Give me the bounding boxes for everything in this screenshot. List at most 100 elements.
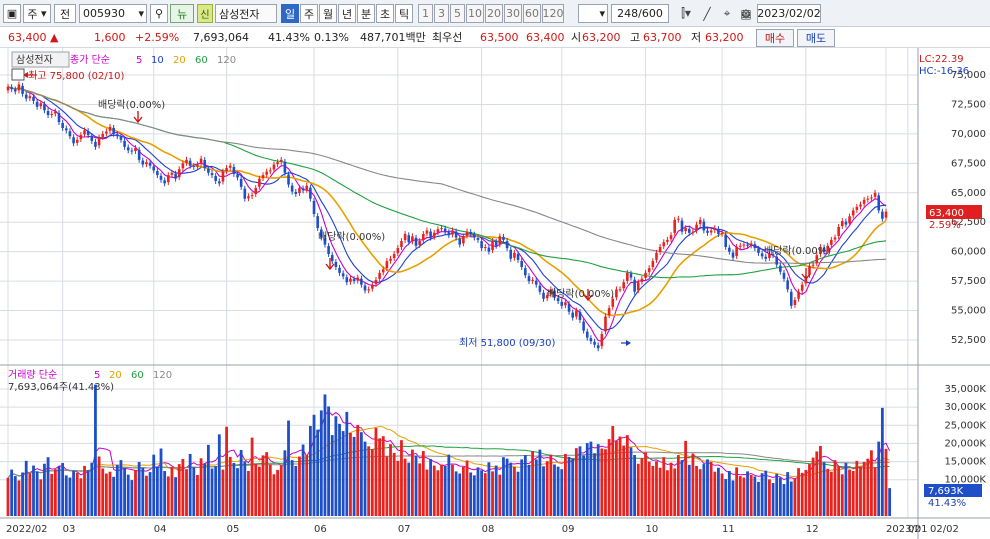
period-tab-2[interactable]: 월 — [319, 4, 337, 23]
type-select[interactable]: 전 — [54, 4, 76, 23]
volume-bar — [396, 460, 400, 516]
minute-unit-select[interactable]: ▾ — [578, 4, 608, 23]
candle — [232, 166, 236, 174]
candle — [396, 248, 400, 254]
volume-bar — [206, 444, 210, 516]
volume-bar — [72, 470, 75, 516]
volume-bar — [527, 464, 531, 516]
candle — [589, 338, 593, 342]
candle — [21, 85, 24, 94]
volume-bar — [684, 440, 688, 516]
candle — [425, 230, 429, 234]
volume-bar — [746, 471, 749, 516]
volume-bar — [727, 471, 731, 516]
window-icon[interactable]: ▣ — [3, 4, 21, 23]
minute-tab-30[interactable]: 30 — [504, 4, 522, 23]
volume-bar — [97, 456, 101, 516]
volume-bar — [134, 469, 137, 516]
legend-stock: 삼성전자 — [16, 54, 53, 66]
candle — [338, 267, 341, 273]
volume-bar — [79, 478, 83, 516]
period-tab-1[interactable]: 주 — [300, 4, 318, 23]
gear-icon[interactable]: ⚙ — [737, 5, 755, 22]
candle — [542, 292, 545, 299]
volume-bar — [564, 453, 567, 516]
volume-bar — [112, 476, 116, 516]
line-tool-icon[interactable]: ╱ — [698, 5, 716, 22]
candle — [844, 221, 848, 225]
high-label: 고 — [630, 31, 641, 44]
period-tab-6[interactable]: 틱 — [395, 4, 413, 23]
candle-type-icon[interactable]: ⫿▾ — [676, 5, 696, 22]
candle — [789, 291, 793, 306]
count-field[interactable]: 248/600 — [611, 4, 669, 23]
minute-tab-10[interactable]: 10 — [466, 4, 484, 23]
volume-bar — [768, 479, 771, 516]
minute-tab-60[interactable]: 60 — [523, 4, 541, 23]
minute-tab-20[interactable]: 20 — [485, 4, 503, 23]
low-price: 63,200 — [705, 31, 744, 44]
ask-price: 63,500 — [480, 31, 519, 44]
candle — [720, 232, 724, 234]
stock-chart[interactable]: 75,00072,50070,00067,50065,00062,50060,0… — [0, 48, 990, 539]
volume-bar — [673, 468, 677, 516]
candle — [691, 231, 695, 233]
candle — [520, 260, 523, 267]
minute-tab-3[interactable]: 3 — [434, 4, 449, 23]
volume-bar — [294, 465, 298, 516]
search-icon[interactable]: ⚲ — [150, 4, 168, 23]
period-tab-5[interactable]: 초 — [376, 4, 394, 23]
news-badge[interactable]: 뉴 — [170, 4, 194, 23]
candle — [330, 255, 334, 262]
change-percent: +2.59% — [135, 31, 180, 44]
volume-bar — [196, 474, 199, 516]
volume-bar — [199, 458, 203, 516]
period-tab-4[interactable]: 분 — [357, 4, 375, 23]
candle — [487, 247, 491, 252]
candle — [873, 192, 877, 197]
minute-tab-1[interactable]: 1 — [418, 4, 433, 23]
volume-bar — [90, 462, 94, 516]
volume-bar — [305, 455, 309, 516]
candle — [695, 224, 698, 231]
candle — [881, 211, 884, 219]
volume-bar — [793, 478, 797, 516]
volume-bar — [119, 460, 123, 516]
minute-tab-120[interactable]: 120 — [542, 4, 564, 23]
volume-bar — [145, 475, 148, 516]
sell-button[interactable]: 매도 — [797, 29, 835, 47]
candle — [855, 206, 859, 210]
volume-bar — [228, 456, 232, 516]
volume-bar — [884, 448, 888, 516]
minute-tab-5[interactable]: 5 — [450, 4, 465, 23]
candle — [505, 241, 509, 249]
market-select[interactable]: 주 ▾ — [23, 4, 51, 23]
crosshair-icon[interactable]: ⌖ — [718, 5, 736, 22]
grid-toggle-icon[interactable] — [11, 68, 25, 81]
volume-bar — [778, 477, 782, 516]
volume-bar — [815, 451, 819, 516]
volume-bar — [356, 424, 360, 516]
volume-tick-label: 15,000K — [944, 457, 986, 468]
date-field[interactable]: 2023/02/02 — [757, 4, 821, 23]
change-value: 1,600 — [94, 31, 126, 44]
volume-bar — [192, 467, 196, 516]
dividend-annotation-3: 배당락(0.00%) — [547, 288, 614, 300]
volume-bar — [217, 434, 221, 516]
candle — [687, 228, 691, 233]
period-tab-0[interactable]: 일 — [281, 4, 299, 23]
volume-bar — [888, 488, 892, 516]
chevron-down-icon[interactable]: ▾ — [138, 7, 146, 20]
candle — [560, 301, 564, 306]
chevron-down-icon: ▾ — [599, 7, 605, 20]
period-tab-3[interactable]: 년 — [338, 4, 356, 23]
volume-bar — [418, 463, 422, 516]
volume-bar — [327, 406, 330, 516]
stock-code-input[interactable]: 005930 ▾ — [79, 4, 147, 23]
buy-button[interactable]: 매수 — [756, 29, 794, 47]
candle — [119, 136, 123, 140]
volume-bar — [247, 471, 250, 516]
candle — [247, 196, 250, 199]
candle — [290, 185, 294, 192]
price-tick-label: 67,500 — [951, 158, 986, 169]
